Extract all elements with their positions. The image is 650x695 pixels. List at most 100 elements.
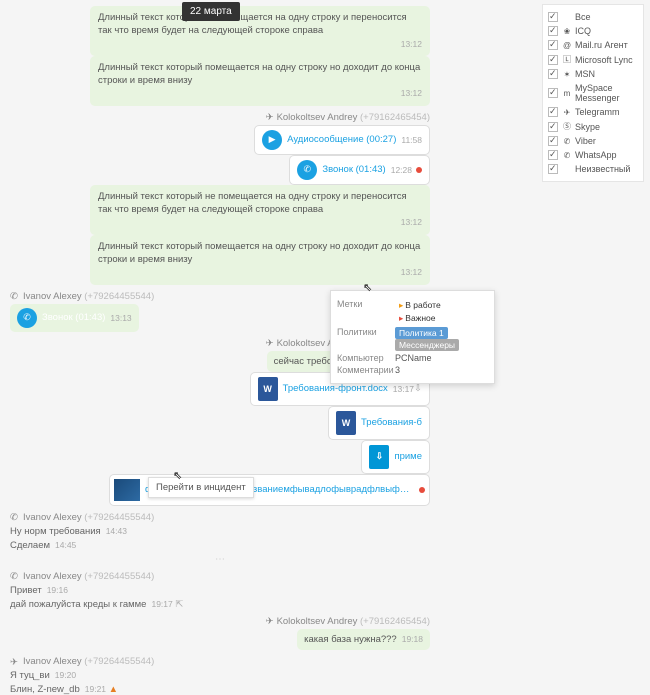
file-name: Требования-б: [361, 417, 422, 428]
message-text: дай пожалуйста креды к гамме: [10, 599, 146, 610]
message-time: 14:45: [55, 540, 76, 550]
download-icon[interactable]: ⇩: [414, 383, 422, 394]
call-message[interactable]: ✆Звонок (01:43)12:28: [289, 155, 430, 185]
message-text: Длинный текст который помещается на одну…: [98, 241, 420, 265]
message-plain[interactable]: Ну норм требования14:43: [10, 526, 430, 537]
message-text: Длинный текст который не помещается на о…: [98, 191, 407, 215]
message-plain[interactable]: Сделаем14:45: [10, 540, 430, 551]
phone-icon[interactable]: ✆: [297, 160, 317, 180]
checkbox-icon[interactable]: [548, 164, 558, 174]
sidebar-item-unknown[interactable]: Неизвестный: [548, 162, 638, 176]
message-text: какая база нужна???: [304, 634, 397, 645]
call-message[interactable]: ✆ Звонок (01:43) 13:13: [10, 304, 139, 332]
file-attachment[interactable]: ⇩приме: [361, 440, 430, 474]
sidebar-item-icq[interactable]: ❀ICQ: [548, 24, 638, 38]
viber-icon: ✆: [562, 137, 572, 146]
sender-phone: (+79264455544): [84, 512, 154, 523]
sender-name: Ivanov Alexey: [23, 656, 82, 667]
image-thumbnail[interactable]: [114, 479, 140, 501]
sidebar-label: MySpace Messenger: [575, 83, 638, 103]
meta-key-computer: Компьютер: [337, 353, 395, 363]
audio-message[interactable]: ▶Аудиосообщение (00:27)11:58: [254, 125, 430, 155]
whatsapp-icon: ✆: [10, 512, 20, 522]
phone-icon[interactable]: ✆: [17, 308, 37, 328]
lync-icon: 🄻: [562, 54, 572, 65]
sender-phone: (+79264455544): [84, 291, 154, 302]
tag-important[interactable]: Важное: [395, 312, 440, 325]
chat-pane: Длинный текст который не помещается на о…: [0, 0, 440, 550]
sidebar-item-all[interactable]: Все: [548, 10, 638, 24]
sidebar-label: Viber: [575, 136, 596, 146]
sidebar-label: Skype: [575, 122, 600, 132]
audio-label: Аудиосообщение (00:27): [287, 134, 396, 145]
checkbox-icon[interactable]: [548, 12, 558, 22]
checkbox-icon[interactable]: [548, 40, 558, 50]
checkbox-icon[interactable]: [548, 107, 558, 117]
tag-messengers[interactable]: Мессенджеры: [395, 339, 459, 351]
sidebar-item-lync[interactable]: 🄻Microsoft Lync: [548, 52, 638, 67]
message-bubble-out[interactable]: Длинный текст который помещается на одну…: [90, 56, 430, 106]
message-text: Длинный текст который помещается на одну…: [98, 62, 420, 86]
telegram-icon: ✈: [264, 112, 274, 122]
message-bubble-out[interactable]: Длинный текст который не помещается на о…: [90, 6, 430, 56]
sidebar-item-mailru[interactable]: @Mail.ru Агент: [548, 38, 638, 52]
message-time: 19:18: [402, 634, 423, 644]
checkbox-icon[interactable]: [548, 69, 558, 79]
sender-phone: (+79264455544): [84, 571, 154, 582]
checkbox-icon[interactable]: [548, 55, 558, 65]
status-dot-icon: [419, 487, 425, 493]
sidebar-item-whatsapp[interactable]: ✆WhatsApp: [548, 148, 638, 162]
checkbox-icon[interactable]: [548, 26, 558, 36]
message-text: Я туц_ви: [10, 670, 50, 681]
tag-inwork[interactable]: В работе: [395, 299, 445, 312]
sender-label: ✈Kolokoltsev Andrey (+79162465454): [10, 616, 430, 627]
message-text: Длинный текст который не помещается на о…: [98, 12, 407, 36]
sidebar-label: Mail.ru Агент: [575, 40, 628, 50]
sidebar-item-msn[interactable]: ✶MSN: [548, 67, 638, 81]
message-time: 19:17: [151, 599, 172, 609]
sidebar-filter-panel: Все ❀ICQ @Mail.ru Агент 🄻Microsoft Lync …: [542, 4, 644, 182]
sender-label: ✈Ivanov Alexey (+79264455544): [10, 656, 430, 667]
message-time: 13:12: [401, 217, 422, 227]
file-attachment[interactable]: WТребования-б: [328, 406, 430, 440]
incident-tooltip: Перейти в инцидент: [148, 477, 254, 498]
alert-icon[interactable]: ▲: [109, 684, 118, 695]
telegram-icon: ✈: [264, 616, 274, 626]
sidebar-item-skype[interactable]: ⓈSkype: [548, 119, 638, 134]
message-time: 13:13: [110, 313, 131, 323]
message-bubble-out[interactable]: какая база нужна??? 19:18: [297, 629, 430, 650]
incident-icon[interactable]: ⇱: [175, 599, 183, 610]
message-bubble-out[interactable]: Длинный текст который помещается на одну…: [90, 235, 430, 285]
message-plain[interactable]: дай пожалуйста креды к гамме 19:17 ⇱: [10, 599, 430, 610]
metadata-popup: МеткиВ работеВажное ПолитикиПолитика 1Ме…: [330, 290, 495, 384]
message-time: 13:17: [393, 384, 414, 394]
sidebar-label: Microsoft Lync: [575, 55, 633, 65]
checkbox-icon[interactable]: [548, 88, 558, 98]
message-bubble-out[interactable]: Длинный текст который не помещается на о…: [90, 185, 430, 235]
sender-label: ✈Kolokoltsev Andrey (+79162465454): [10, 112, 430, 123]
telegram-icon: ✈: [264, 338, 274, 348]
message-plain[interactable]: Я туц_ви19:20: [10, 670, 430, 681]
tag-policy1[interactable]: Политика 1: [395, 327, 448, 339]
sidebar-item-myspace[interactable]: mMySpace Messenger: [548, 81, 638, 105]
sender-label: ✆Ivanov Alexey (+79264455544): [10, 512, 430, 523]
date-badge: 22 марта: [182, 2, 240, 21]
meta-val-comments: 3: [395, 365, 488, 375]
play-icon[interactable]: ▶: [262, 130, 282, 150]
message-plain[interactable]: Блин, Z-new_db19:21 ▲: [10, 684, 430, 695]
checkbox-icon[interactable]: [548, 150, 558, 160]
sidebar-item-viber[interactable]: ✆Viber: [548, 134, 638, 148]
checkbox-icon[interactable]: [548, 136, 558, 146]
checkbox-icon[interactable]: [548, 122, 558, 132]
call-label: Звонок (01:43): [322, 164, 385, 175]
file-name: приме: [394, 451, 422, 462]
mailru-icon: @: [562, 41, 572, 50]
whatsapp-icon: ✆: [10, 571, 20, 581]
telegram-icon: ✈: [10, 657, 20, 667]
more-separator-icon: ⋯: [10, 554, 430, 565]
message-time: 19:21: [85, 684, 106, 694]
call-label: Звонок (01:43): [42, 312, 105, 323]
telegram-icon: ✈: [562, 108, 572, 117]
sidebar-item-telegram[interactable]: ✈Telegramm: [548, 105, 638, 119]
message-plain[interactable]: Привет19:16: [10, 585, 430, 596]
